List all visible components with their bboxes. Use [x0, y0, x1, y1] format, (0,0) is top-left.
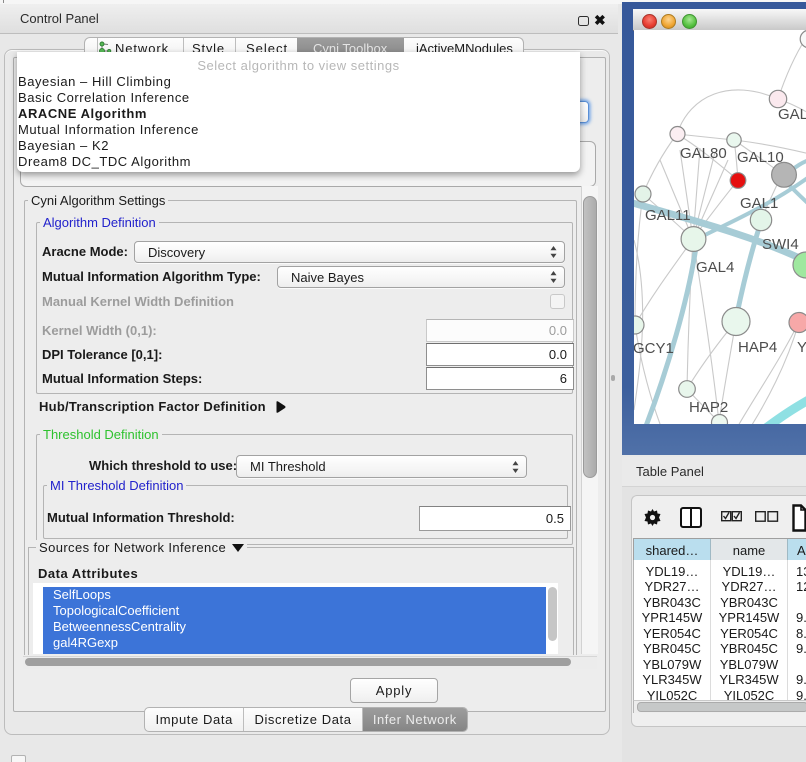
svg-text:GAL1: GAL1 [740, 195, 778, 212]
svg-text:Y: Y [797, 339, 806, 356]
svg-text:SWI4: SWI4 [762, 236, 799, 253]
svg-text:GAL2: GAL2 [778, 106, 806, 123]
svg-text:HAP4: HAP4 [738, 339, 777, 356]
svg-text:GAL11: GAL11 [645, 207, 691, 224]
svg-text:GAL4: GAL4 [696, 259, 734, 276]
svg-text:GCY1: GCY1 [634, 340, 674, 357]
svg-text:GAL80: GAL80 [680, 145, 727, 162]
svg-text:HAP2: HAP2 [689, 399, 728, 416]
svg-text:GAL10: GAL10 [737, 149, 784, 166]
